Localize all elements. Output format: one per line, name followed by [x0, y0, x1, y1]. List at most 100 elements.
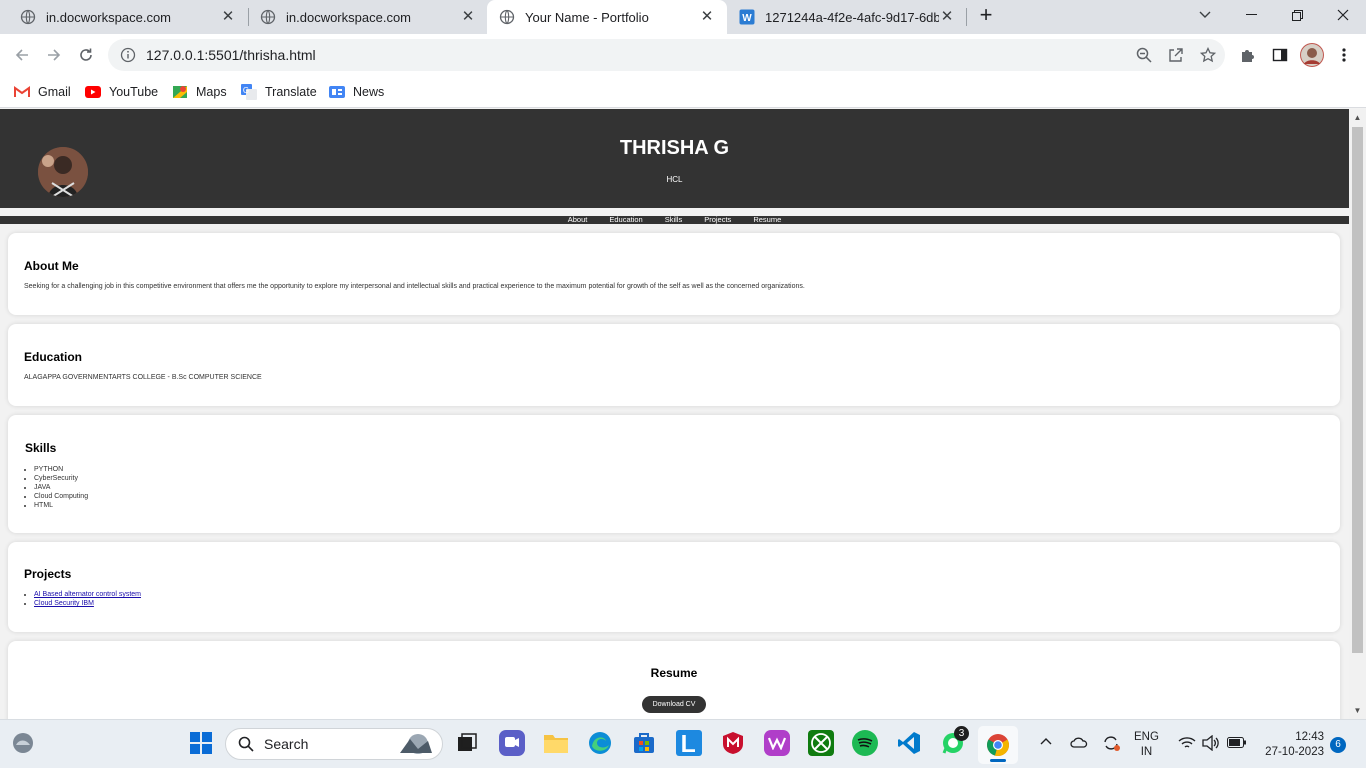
section-title: Education	[24, 350, 83, 364]
restore-button[interactable]	[1274, 0, 1320, 30]
notification-badge[interactable]: 6	[1330, 737, 1346, 753]
nav-projects[interactable]: Projects	[704, 216, 731, 224]
globe-icon	[260, 9, 276, 25]
whatsapp-badge: 3	[954, 726, 969, 741]
bookmark-maps[interactable]: Maps	[172, 82, 227, 102]
nav-resume[interactable]: Resume	[753, 216, 781, 224]
skills-section: Skills PYTHON CyberSecurity JAVA Cloud C…	[8, 415, 1340, 533]
show-hidden-icons-chevron-icon[interactable]	[1040, 736, 1052, 748]
search-icon	[238, 736, 254, 752]
browser-tab[interactable]: in.docworkspace.com ✕	[8, 0, 248, 34]
language-indicator[interactable]: ENG IN	[1134, 730, 1159, 760]
skill-item: HTML	[34, 501, 88, 510]
close-icon[interactable]: ✕	[939, 9, 955, 25]
bookmark-translate[interactable]: G Translate	[241, 82, 317, 102]
browser-tab-active[interactable]: Your Name - Portfolio ✕	[487, 0, 727, 34]
wifi-icon[interactable]	[1178, 736, 1196, 753]
bookmark-label: Gmail	[38, 85, 71, 99]
side-panel-icon[interactable]	[1270, 45, 1290, 65]
clock-date: 27-10-2023	[1265, 746, 1324, 758]
download-cv-button[interactable]: Download CV	[642, 696, 706, 713]
share-icon[interactable]	[1166, 45, 1186, 65]
reload-icon[interactable]	[72, 41, 100, 69]
bookmark-label: Maps	[196, 85, 227, 99]
close-icon[interactable]: ✕	[460, 9, 476, 25]
sync-icon[interactable]	[1102, 734, 1120, 755]
project-item: AI Based alternator control system	[34, 590, 141, 599]
scroll-up-arrow-icon[interactable]: ▲	[1353, 113, 1362, 122]
onedrive-cloud-icon[interactable]	[1070, 736, 1088, 751]
file-explorer-icon[interactable]	[543, 730, 569, 756]
whatsapp-icon[interactable]: 3	[940, 726, 969, 756]
gmail-icon	[14, 84, 30, 100]
forward-arrow-icon[interactable]	[40, 41, 68, 69]
taskbar-search[interactable]: Search	[225, 728, 443, 760]
browser-tab[interactable]: in.docworkspace.com ✕	[248, 0, 488, 34]
new-tab-button[interactable]: +	[964, 0, 1008, 30]
site-subtitle: HCL	[666, 175, 683, 184]
address-bar[interactable]: 127.0.0.1:5501/thrisha.html	[108, 39, 1225, 71]
edge-browser-icon[interactable]	[587, 730, 613, 756]
education-section: Education ALAGAPPA GOVERNMENTARTS COLLEG…	[8, 324, 1340, 406]
youtube-icon	[85, 84, 101, 100]
battery-icon[interactable]	[1227, 737, 1247, 751]
browser-toolbar: 127.0.0.1:5501/thrisha.html	[0, 34, 1366, 76]
globe-icon	[499, 9, 515, 25]
tab-title: 1271244a-4f2e-4afc-9d17-6db1	[765, 9, 939, 25]
back-arrow-icon[interactable]	[8, 41, 36, 69]
nav-education[interactable]: Education	[609, 216, 642, 224]
section-title: Projects	[24, 567, 72, 581]
projects-section: Projects AI Based alternator control sys…	[8, 542, 1340, 632]
minimize-button[interactable]	[1228, 0, 1274, 30]
volume-icon[interactable]	[1202, 734, 1220, 754]
close-icon[interactable]: ✕	[699, 9, 715, 25]
scroll-down-arrow-icon[interactable]: ▼	[1353, 706, 1362, 715]
nav-skills[interactable]: Skills	[665, 216, 683, 224]
tab-title: in.docworkspace.com	[286, 9, 411, 25]
extensions-puzzle-icon[interactable]	[1238, 45, 1258, 65]
bookmark-star-icon[interactable]	[1198, 45, 1218, 65]
task-view-icon[interactable]	[454, 730, 480, 756]
profile-avatar[interactable]	[1300, 43, 1324, 67]
news-icon	[329, 84, 345, 100]
page-scrollbar[interactable]: ▲ ▼	[1349, 109, 1366, 719]
kebab-menu-icon[interactable]	[1334, 45, 1354, 65]
wps-office-icon[interactable]	[764, 730, 790, 756]
site-header: THRISHA G HCL	[0, 109, 1349, 208]
browser-tab-strip: in.docworkspace.com ✕ in.docworkspace.co…	[0, 0, 1366, 34]
bookmark-label: Translate	[265, 85, 317, 99]
bookmark-news[interactable]: News	[329, 82, 384, 102]
education-text: ALAGAPPA GOVERNMENTARTS COLLEGE - B.Sc C…	[24, 374, 262, 381]
scrollbar-thumb[interactable]	[1352, 127, 1363, 653]
close-icon[interactable]: ✕	[220, 9, 236, 25]
close-window-button[interactable]	[1320, 0, 1366, 30]
maps-pin-icon	[172, 84, 188, 100]
widgets-weather-icon[interactable]	[10, 730, 36, 756]
word-doc-icon: W	[739, 9, 755, 25]
browser-tab[interactable]: W 1271244a-4f2e-4afc-9d17-6db1 ✕	[727, 0, 967, 34]
xbox-icon[interactable]	[808, 730, 834, 756]
spotify-icon[interactable]	[852, 730, 878, 756]
tab-search-chevron-icon[interactable]	[1182, 0, 1228, 30]
info-icon[interactable]	[120, 47, 136, 63]
clock[interactable]: 12:43 27-10-2023	[1256, 730, 1324, 760]
l-app-icon[interactable]	[676, 730, 702, 756]
site-name: THRISHA G	[619, 137, 730, 159]
project-link[interactable]: AI Based alternator control system	[34, 591, 141, 598]
projects-list: AI Based alternator control system Cloud…	[34, 590, 141, 608]
project-link[interactable]: Cloud Security IBM	[34, 600, 94, 607]
teams-chat-icon[interactable]	[499, 730, 525, 756]
windows-taskbar: Search 3 ENG IN 12:43 27-10-2023 6	[0, 719, 1366, 768]
bookmark-gmail[interactable]: Gmail	[14, 82, 71, 102]
bookmark-youtube[interactable]: YouTube	[85, 82, 158, 102]
chrome-taskbar-icon[interactable]	[978, 726, 1018, 764]
mcafee-shield-icon[interactable]	[720, 730, 746, 756]
microsoft-store-icon[interactable]	[631, 730, 657, 756]
zoom-icon[interactable]	[1134, 45, 1154, 65]
project-item: Cloud Security IBM	[34, 599, 141, 608]
vscode-icon[interactable]	[896, 730, 922, 756]
windows-start-icon[interactable]	[188, 730, 214, 756]
url-text: 127.0.0.1:5501/thrisha.html	[146, 47, 316, 63]
skill-item: CyberSecurity	[34, 474, 88, 483]
nav-about[interactable]: About	[568, 216, 588, 224]
